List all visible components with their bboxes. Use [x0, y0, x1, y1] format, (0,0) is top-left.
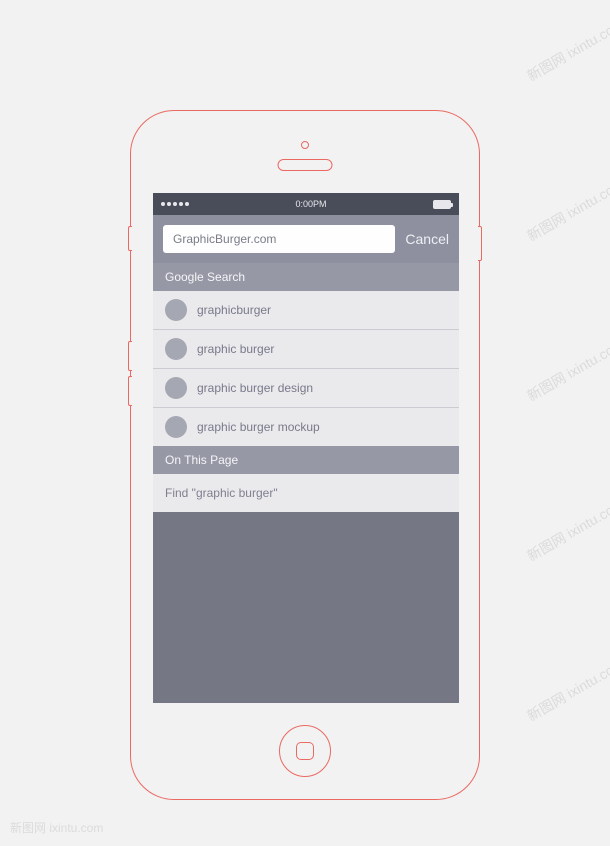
status-time: 0:00PM: [295, 199, 326, 209]
mute-switch: [128, 226, 132, 251]
watermark: 新图网 ixintu.com: [10, 819, 103, 836]
suggestion-item[interactable]: graphic burger: [153, 330, 459, 369]
suggestion-item[interactable]: graphic burger design: [153, 369, 459, 408]
watermark: 新图网 ixintu.com: [523, 654, 610, 726]
suggestion-text: graphic burger mockup: [197, 420, 320, 434]
watermark: 新图网 ixintu.com: [523, 174, 610, 246]
suggestion-text: graphic burger: [197, 342, 274, 356]
status-bar: 0:00PM: [153, 193, 459, 215]
search-header: Cancel: [153, 215, 459, 263]
suggestion-item[interactable]: graphicburger: [153, 291, 459, 330]
home-button-icon: [296, 742, 314, 760]
suggestion-item[interactable]: graphic burger mockup: [153, 408, 459, 446]
watermark: 新图网 ixintu.com: [523, 334, 610, 406]
volume-up-button: [128, 341, 132, 371]
volume-down-button: [128, 376, 132, 406]
battery-icon: [433, 200, 451, 209]
front-camera: [301, 141, 309, 149]
google-search-section-header: Google Search: [153, 263, 459, 291]
suggestion-avatar-icon: [165, 338, 187, 360]
suggestion-text: graphic burger design: [197, 381, 313, 395]
watermark: 新图网 ixintu.com: [523, 494, 610, 566]
on-this-page-section-header: On This Page: [153, 446, 459, 474]
signal-indicator: [161, 202, 189, 206]
suggestion-avatar-icon: [165, 299, 187, 321]
find-on-page-item[interactable]: Find "graphic burger": [153, 474, 459, 512]
phone-screen: 0:00PM Cancel Google Search graphicburge…: [153, 193, 459, 703]
suggestion-text: graphicburger: [197, 303, 271, 317]
cancel-button[interactable]: Cancel: [405, 231, 449, 247]
phone-frame: 0:00PM Cancel Google Search graphicburge…: [130, 110, 480, 800]
suggestion-list: graphicburger graphic burger graphic bur…: [153, 291, 459, 446]
earpiece-speaker: [278, 159, 333, 171]
url-search-input[interactable]: [163, 225, 395, 253]
suggestion-avatar-icon: [165, 377, 187, 399]
suggestion-avatar-icon: [165, 416, 187, 438]
home-button[interactable]: [279, 725, 331, 777]
power-button: [478, 226, 482, 261]
watermark: 新图网 ixintu.com: [523, 14, 610, 86]
